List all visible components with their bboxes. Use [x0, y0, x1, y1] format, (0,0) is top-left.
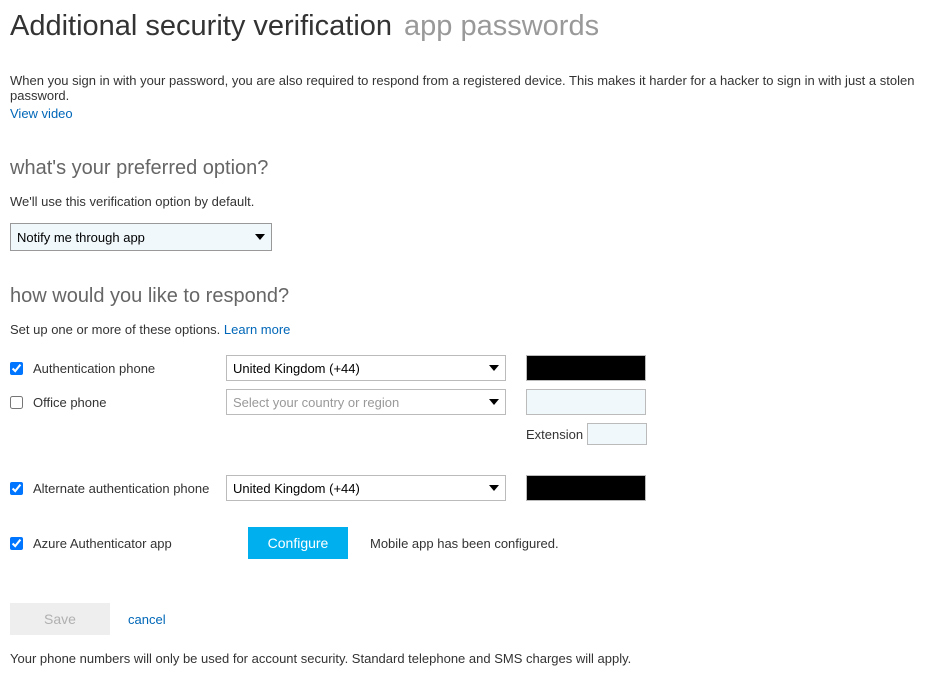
auth-phone-country-cell: United Kingdom (+44) — [226, 355, 516, 381]
authenticator-row: Azure Authenticator app Configure Mobile… — [10, 527, 925, 559]
spacer — [10, 453, 226, 467]
auth-phone-label: Authentication phone — [33, 361, 155, 376]
page-header: Additional security verification app pas… — [10, 10, 925, 43]
alt-phone-input[interactable] — [526, 475, 646, 501]
authenticator-label: Azure Authenticator app — [33, 536, 172, 551]
office-phone-ext-input[interactable] — [587, 423, 647, 445]
auth-phone-cell: Authentication phone — [10, 361, 226, 376]
auth-phone-checkbox[interactable] — [10, 362, 23, 375]
office-phone-country-cell: Select your country or region — [226, 389, 516, 415]
alt-phone-country-cell: United Kingdom (+44) — [226, 475, 516, 501]
office-phone-label: Office phone — [33, 395, 106, 410]
alt-phone-checkbox[interactable] — [10, 482, 23, 495]
page-title: Additional security verification — [10, 10, 392, 43]
save-button: Save — [10, 603, 110, 635]
alt-phone-country-select[interactable]: United Kingdom (+44) — [226, 475, 506, 501]
view-video-link[interactable]: View video — [10, 106, 73, 121]
preferred-option-desc: We'll use this verification option by de… — [10, 194, 925, 209]
footer-actions: Save cancel — [10, 603, 925, 635]
page-subtitle: app passwords — [404, 10, 599, 43]
alt-phone-cell: Alternate authentication phone — [10, 481, 226, 496]
office-phone-input[interactable] — [526, 389, 646, 415]
intro-text: When you sign in with your password, you… — [10, 73, 925, 103]
office-phone-checkbox[interactable] — [10, 396, 23, 409]
alt-phone-label: Alternate authentication phone — [33, 481, 209, 496]
office-phone-ext-row: Extension — [526, 423, 646, 445]
footer-note: Your phone numbers will only be used for… — [10, 651, 925, 666]
alt-phone-input-cell — [516, 475, 646, 501]
office-phone-ext-label: Extension — [526, 427, 583, 442]
respond-title: how would you like to respond? — [10, 285, 925, 308]
auth-phone-input-cell — [516, 355, 646, 381]
preferred-option-title: what's your preferred option? — [10, 157, 925, 180]
office-phone-country-select[interactable]: Select your country or region — [226, 389, 506, 415]
authenticator-cell: Azure Authenticator app — [10, 536, 200, 551]
respond-desc-text: Set up one or more of these options. — [10, 322, 224, 337]
auth-phone-input[interactable] — [526, 355, 646, 381]
spacer — [516, 453, 646, 467]
office-phone-cell: Office phone — [10, 395, 226, 410]
respond-desc: Set up one or more of these options. Lea… — [10, 322, 925, 337]
spacer — [226, 453, 516, 467]
auth-phone-country-select[interactable]: United Kingdom (+44) — [226, 355, 506, 381]
cancel-link[interactable]: cancel — [128, 612, 166, 627]
office-phone-input-cell — [516, 389, 646, 415]
preferred-option-select[interactable]: Notify me through app — [10, 223, 272, 251]
learn-more-link[interactable]: Learn more — [224, 322, 290, 337]
configure-button[interactable]: Configure — [248, 527, 348, 559]
authenticator-checkbox[interactable] — [10, 537, 23, 550]
options-grid: Authentication phone United Kingdom (+44… — [10, 355, 925, 501]
authenticator-status: Mobile app has been configured. — [370, 536, 559, 551]
